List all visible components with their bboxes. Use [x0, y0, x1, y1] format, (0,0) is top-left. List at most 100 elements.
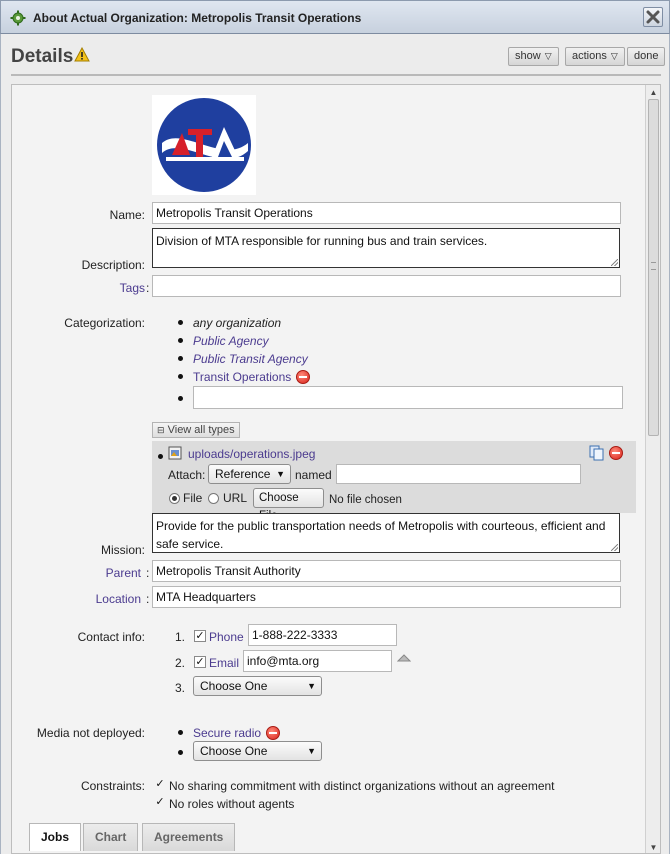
description-label: Description: [81, 258, 145, 272]
mission-textarea[interactable]: Provide for the public transportation ne… [152, 513, 620, 553]
close-button[interactable] [643, 7, 663, 27]
contact-info-label: Contact info: [77, 630, 145, 644]
attach-type-select[interactable]: Reference ▼ [208, 464, 291, 484]
phone-checkbox[interactable]: ✓ [194, 630, 206, 642]
scroll-thumb[interactable] [648, 99, 659, 436]
list-bullet [178, 750, 183, 755]
phone-input[interactable]: 1-888-222-3333 [248, 624, 397, 646]
media-link[interactable]: Secure radio [193, 726, 261, 740]
move-up-icon[interactable] [397, 654, 411, 662]
warning-icon [74, 47, 90, 62]
list-bullet [158, 454, 163, 459]
constraint-text: No roles without agents [169, 797, 295, 811]
categorization-label: Categorization: [64, 316, 145, 330]
mission-text: Provide for the public transportation ne… [156, 519, 606, 551]
location-colon: : [146, 592, 150, 606]
category-link[interactable]: Transit Operations [193, 370, 291, 384]
file-option-label: File [183, 491, 203, 505]
close-icon [646, 10, 660, 24]
tags-input[interactable] [152, 275, 621, 297]
url-radio[interactable] [208, 493, 219, 504]
constraint-check-icon: ✓ [155, 796, 165, 808]
location-input[interactable]: MTA Headquarters [152, 586, 621, 608]
page-title: Details [11, 46, 74, 67]
phone-type-link[interactable]: Phone [209, 630, 244, 644]
chevron-down-icon: ▽ [610, 51, 618, 61]
resize-handle-icon[interactable] [611, 544, 618, 551]
window-titlebar: About Actual Organization: Metropolis Tr… [0, 0, 670, 34]
tab-agreements[interactable]: Agreements [142, 823, 236, 851]
mission-label: Mission: [100, 543, 145, 557]
description-text: Division of MTA responsible for running … [156, 234, 488, 248]
actions-menu-button[interactable]: actions ▽ [565, 47, 625, 66]
tab-chart[interactable]: Chart [83, 823, 139, 851]
constraint-check-icon: ✓ [155, 778, 165, 790]
name-input[interactable]: Metropolis Transit Operations [152, 202, 621, 224]
email-checkbox[interactable]: ✓ [194, 656, 206, 668]
list-bullet [178, 730, 183, 735]
view-all-types-button[interactable]: ⊟ View all types [152, 422, 240, 438]
tags-label[interactable]: Tags [120, 281, 145, 295]
name-label: Name: [109, 208, 145, 222]
contact-type-value: Choose One [200, 679, 268, 693]
app-gear-icon [10, 10, 26, 26]
media-select[interactable]: Choose One ▼ [193, 741, 322, 761]
choose-file-button[interactable]: Choose File [253, 488, 324, 522]
category-item: any organization [193, 316, 282, 330]
tab-jobs[interactable]: Jobs [29, 823, 82, 851]
contact-number: 2. [175, 656, 186, 670]
actions-label: actions [572, 50, 607, 62]
view-all-types-icon: ⊟ [157, 425, 165, 435]
list-bullet [178, 320, 183, 325]
email-input[interactable]: info@mta.org [243, 650, 392, 672]
show-label: show [515, 50, 541, 62]
url-option-label: URL [223, 491, 248, 505]
description-textarea[interactable]: Division of MTA responsible for running … [152, 228, 620, 268]
scroll-grip-icon [651, 262, 656, 270]
file-radio[interactable] [169, 493, 180, 504]
dropdown-arrow-icon: ▼ [307, 746, 316, 756]
email-type-link[interactable]: Email [209, 656, 239, 670]
attach-label: Attach: [168, 468, 206, 482]
category-link[interactable]: Public Agency [193, 334, 269, 348]
remove-category-icon[interactable] [296, 370, 310, 384]
window-title: About Actual Organization: Metropolis Tr… [33, 11, 362, 25]
resize-handle-icon[interactable] [611, 259, 618, 266]
dropdown-arrow-icon: ▼ [307, 681, 316, 691]
parent-label[interactable]: Parent [106, 566, 141, 580]
location-label[interactable]: Location [96, 592, 141, 606]
dropdown-arrow-icon: ▼ [276, 469, 285, 479]
header-divider [11, 74, 661, 76]
parent-colon: : [146, 566, 150, 580]
remove-media-icon[interactable] [266, 726, 280, 740]
contact-type-select[interactable]: Choose One ▼ [193, 676, 322, 696]
new-category-input[interactable] [193, 386, 623, 409]
list-bullet [178, 356, 183, 361]
contact-number: 1. [175, 630, 186, 644]
details-panel: Details show ▽ actions ▽ done Name: Metrop… [0, 34, 670, 854]
scroll-up-icon[interactable]: ▲ [647, 86, 660, 99]
attach-type-value: Reference [215, 467, 271, 481]
view-all-types-label: View all types [167, 424, 235, 436]
show-menu-button[interactable]: show ▽ [508, 47, 559, 66]
attachment-link[interactable]: uploads/operations.jpeg [188, 447, 315, 461]
named-label: named [295, 468, 332, 482]
constraint-text: No sharing commitment with distinct orga… [169, 779, 555, 793]
parent-input[interactable]: Metropolis Transit Authority [152, 560, 621, 582]
category-link[interactable]: Public Transit Agency [193, 352, 308, 366]
attachment-name-input[interactable] [336, 464, 581, 484]
no-file-text: No file chosen [329, 494, 402, 506]
remove-attachment-icon[interactable] [609, 446, 623, 460]
scroll-down-icon[interactable]: ▼ [647, 841, 660, 853]
details-content[interactable]: Name: Metropolis Transit Operations Desc… [11, 84, 661, 854]
list-bullet [178, 338, 183, 343]
chevron-down-icon: ▽ [544, 51, 552, 61]
done-button[interactable]: done [627, 47, 666, 66]
tags-colon: : [146, 281, 150, 295]
image-file-icon [168, 446, 182, 460]
list-bullet [178, 396, 183, 401]
copy-icon[interactable] [589, 445, 605, 461]
media-select-value: Choose One [200, 744, 268, 758]
vertical-scrollbar[interactable]: ▲ ▼ [645, 85, 660, 853]
list-bullet [178, 374, 183, 379]
